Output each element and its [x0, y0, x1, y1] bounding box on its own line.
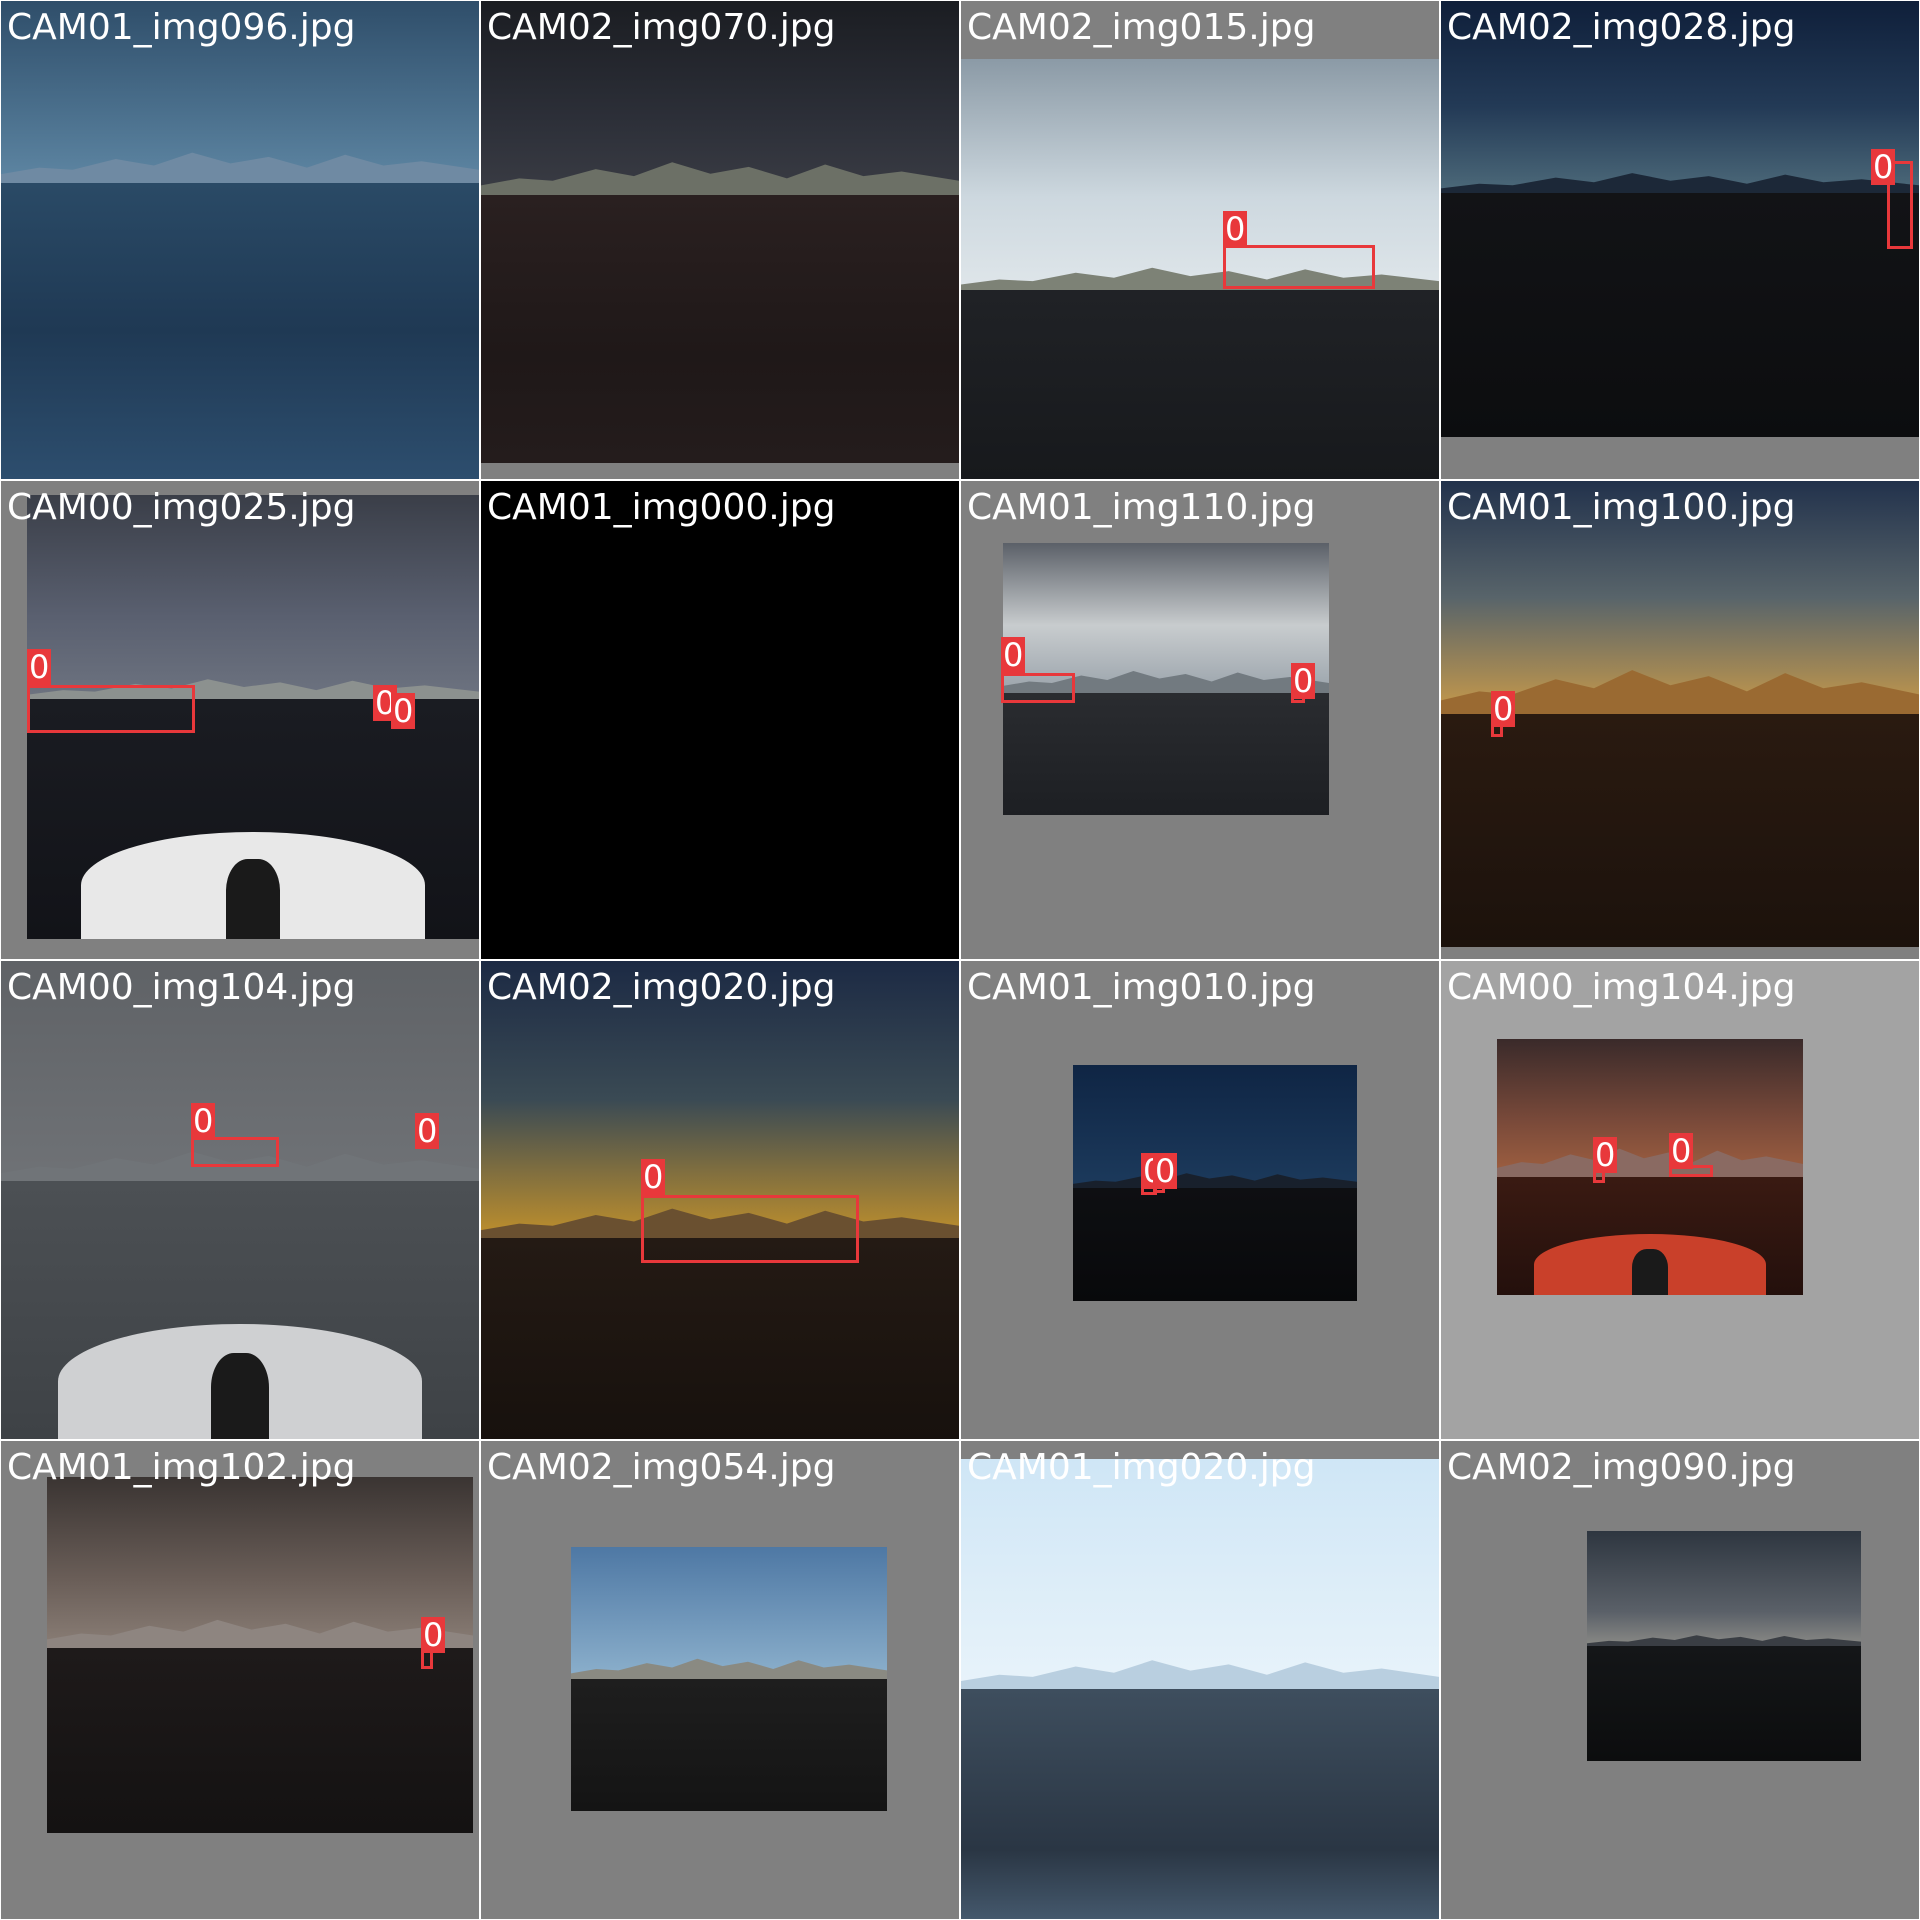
mosaic-tile: CAM01_img110.jpg 0 0 [961, 481, 1439, 959]
sea [961, 290, 1439, 479]
detection-box [641, 1195, 859, 1263]
mosaic-tile: CAM00_img104.jpg 0 0 [1441, 961, 1919, 1439]
sea [1073, 1187, 1357, 1301]
sea [47, 1647, 473, 1833]
sky [1587, 1531, 1861, 1646]
detection-box [1001, 673, 1075, 703]
detection-label: 0 [1593, 1136, 1618, 1174]
mosaic-tile: CAM02_img020.jpg 0 [481, 961, 959, 1439]
mosaic-tile: CAM01_img020.jpg [961, 1441, 1439, 1919]
sea [1, 182, 479, 479]
tile-filename: CAM02_img015.jpg [967, 7, 1316, 48]
tile-filename: CAM01_img010.jpg [967, 967, 1316, 1008]
sea [1441, 192, 1919, 437]
tile-photo [1441, 1, 1919, 437]
detection-label: 0 [1669, 1132, 1694, 1170]
tile-filename: CAM01_img020.jpg [967, 1447, 1316, 1488]
tile-filename: CAM02_img020.jpg [487, 967, 836, 1008]
detection-box [1223, 245, 1375, 289]
sea [481, 720, 959, 959]
detection-label: 0 [1223, 210, 1248, 248]
mountain-ridge [1, 152, 479, 188]
tile-photo [1497, 1039, 1803, 1295]
mosaic-tile: CAM00_img104.jpg 0 0 [1, 961, 479, 1439]
mosaic-tile: CAM01_img096.jpg [1, 1, 479, 479]
sea [1003, 692, 1329, 815]
detection-label: 0 [641, 1158, 666, 1196]
tile-filename: CAM01_img110.jpg [967, 487, 1316, 528]
mountain-ridge [47, 1620, 473, 1652]
tile-photo [481, 1, 959, 463]
mosaic-tile: CAM01_img100.jpg 0 [1441, 481, 1919, 959]
mosaic-tile: CAM01_img102.jpg 0 [1, 1441, 479, 1919]
sea [1441, 714, 1919, 947]
mountain-ridge [571, 1658, 887, 1682]
mosaic-tile: CAM00_img025.jpg 0 0 0 [1, 481, 479, 959]
mosaic-tile: CAM01_img000.jpg [481, 481, 959, 959]
mountain-ridge [1497, 1149, 1803, 1180]
sea [481, 195, 959, 463]
mosaic-tile: CAM02_img090.jpg [1441, 1441, 1919, 1919]
tile-filename: CAM00_img104.jpg [7, 967, 356, 1008]
sea [481, 1238, 959, 1439]
bow-sensor [1631, 1248, 1669, 1295]
detection-label: 0 [27, 648, 52, 686]
detection-box [27, 685, 195, 733]
detection-label: 0 [391, 692, 416, 730]
tile-filename: CAM02_img054.jpg [487, 1447, 836, 1488]
tile-filename: CAM01_img102.jpg [7, 1447, 356, 1488]
tile-filename: CAM02_img028.jpg [1447, 7, 1796, 48]
mountain-ridge [481, 162, 959, 200]
tile-filename: CAM02_img070.jpg [487, 7, 836, 48]
ridge-shape [1497, 1149, 1803, 1180]
mosaic-grid: CAM01_img096.jpg CAM02_img070.jpg CAM02_im… [0, 0, 1920, 1920]
tile-photo [1, 1, 479, 479]
detection-label: 0 [1001, 636, 1026, 674]
tile-photo [1587, 1531, 1861, 1761]
mosaic-tile: CAM02_img015.jpg 0 [961, 1, 1439, 479]
detection-label: 0 [1153, 1152, 1178, 1190]
tile-photo [47, 1477, 473, 1833]
tile-photo [1, 961, 479, 1439]
detection-label: 0 [191, 1102, 216, 1140]
tile-photo [1073, 1065, 1357, 1301]
sea [961, 1689, 1439, 1919]
detection-label: 0 [1871, 148, 1896, 186]
mosaic-tile: CAM02_img070.jpg [481, 1, 959, 479]
tile-photo [571, 1547, 887, 1811]
tile-filename: CAM00_img104.jpg [1447, 967, 1796, 1008]
tile-filename: CAM01_img100.jpg [1447, 487, 1796, 528]
tile-filename: CAM01_img096.jpg [7, 7, 356, 48]
ridge-shape [47, 1620, 473, 1652]
detection-label: 0 [1291, 662, 1316, 700]
bow-sensor [211, 1352, 269, 1439]
mosaic-tile: CAM02_img028.jpg 0 [1441, 1, 1919, 479]
detection-label: 0 [1491, 690, 1516, 728]
detection-label: 0 [415, 1112, 440, 1150]
bow-sensor [225, 859, 281, 939]
mosaic-tile: CAM01_img010.jpg00 [961, 961, 1439, 1439]
mosaic-tile: CAM02_img054.jpg [481, 1441, 959, 1919]
tile-photo [481, 481, 959, 959]
tile-filename: CAM02_img090.jpg [1447, 1447, 1796, 1488]
tile-photo [961, 1459, 1439, 1919]
tile-filename: CAM00_img025.jpg [7, 487, 356, 528]
detection-box [191, 1137, 279, 1167]
mountain-ridge [961, 1660, 1439, 1694]
sea [571, 1679, 887, 1811]
tile-filename: CAM01_img000.jpg [487, 487, 836, 528]
sea [1587, 1646, 1861, 1761]
detection-label: 0 [421, 1616, 446, 1654]
